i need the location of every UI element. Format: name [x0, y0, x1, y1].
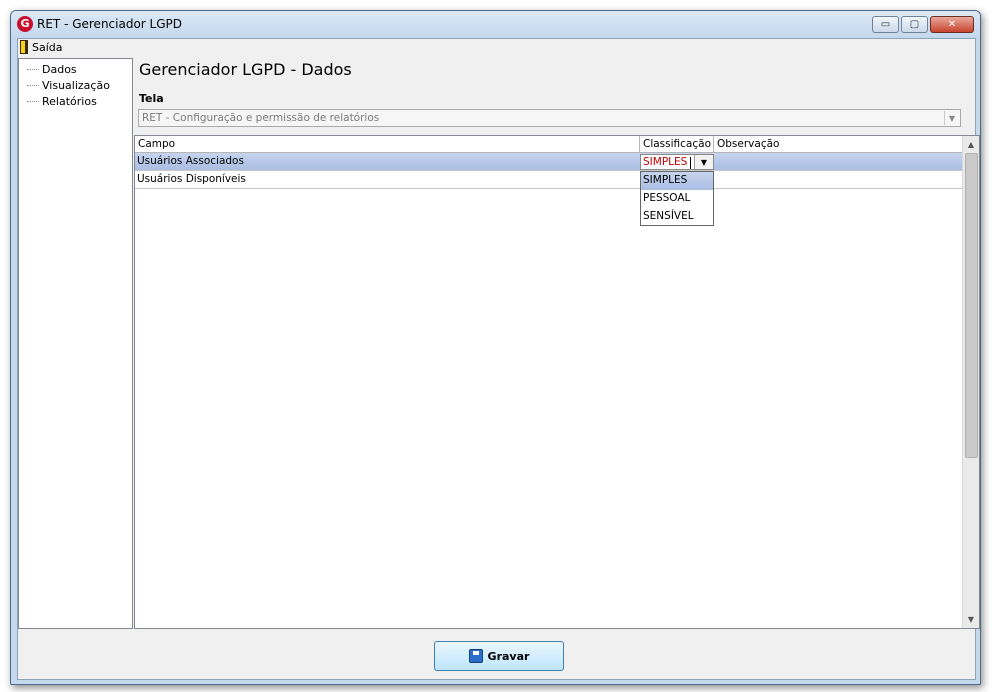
app-logo-icon: G: [17, 16, 33, 32]
table-row[interactable]: Usuários Disponíveis: [135, 171, 963, 189]
screen-label: Tela: [139, 92, 164, 105]
chevron-down-icon[interactable]: ▼: [944, 111, 959, 125]
classificacao-editor-value: SIMPLES: [643, 156, 688, 168]
dropdown-option-simples[interactable]: SIMPLES: [641, 172, 713, 190]
maximize-button[interactable]: ▢: [901, 16, 928, 33]
chevron-down-icon[interactable]: ▼: [694, 155, 713, 169]
window-title: RET - Gerenciador LGPD: [37, 17, 183, 31]
menu-exit[interactable]: Saída: [20, 40, 63, 54]
menu-bar: Saída: [18, 39, 975, 57]
tree-connector: [27, 68, 39, 70]
tree-item-visualizacao[interactable]: Visualização: [27, 77, 110, 93]
cell-observacao[interactable]: [714, 153, 963, 171]
page-title: Gerenciador LGPD - Dados: [139, 60, 352, 79]
window-controls: ▭ ▢ ✕: [870, 16, 974, 33]
grid-header: Campo Classificação Observação: [135, 136, 963, 153]
door-exit-icon: [20, 40, 28, 54]
tree-item-relatorios[interactable]: Relatórios: [27, 93, 97, 109]
dropdown-option-pessoal[interactable]: PESSOAL: [641, 190, 713, 208]
tree-connector: [27, 84, 39, 86]
menu-exit-label: Saída: [32, 40, 63, 54]
dropdown-option-sensivel[interactable]: SENSÍVEL: [641, 208, 713, 226]
client-area: Saída Dados Visualização Relatórios Gere…: [17, 38, 980, 680]
table-row[interactable]: Usuários Associados SIMPLES ▼: [135, 153, 963, 171]
column-header-observacao[interactable]: Observação: [714, 136, 963, 153]
classificacao-dropdown: SIMPLES PESSOAL SENSÍVEL: [640, 171, 714, 226]
tree-connector: [27, 100, 39, 102]
save-button-label: Gravar: [487, 649, 530, 663]
column-header-campo[interactable]: Campo: [135, 136, 640, 153]
scroll-up-icon[interactable]: ▲: [963, 136, 979, 153]
close-button[interactable]: ✕: [930, 16, 974, 33]
floppy-disk-icon: [468, 649, 483, 663]
app-window: G RET - Gerenciador LGPD ▭ ▢ ✕ Saída Dad…: [10, 10, 981, 685]
title-bar[interactable]: G RET - Gerenciador LGPD ▭ ▢ ✕: [11, 11, 980, 38]
screen-select[interactable]: RET - Configuração e permissão de relató…: [138, 109, 961, 127]
column-header-classificacao[interactable]: Classificação: [640, 136, 714, 153]
data-grid: Campo Classificação Observação Usuários …: [134, 135, 980, 629]
cell-campo[interactable]: Usuários Associados: [135, 153, 640, 171]
cell-campo[interactable]: Usuários Disponíveis: [135, 171, 640, 189]
vertical-scrollbar[interactable]: ▲ ▼: [962, 136, 979, 628]
tree-item-label: Dados: [42, 62, 77, 76]
tree-item-dados[interactable]: Dados: [27, 61, 77, 77]
text-caret: [690, 157, 691, 169]
scrollbar-thumb[interactable]: [965, 153, 978, 458]
classificacao-editor[interactable]: SIMPLES ▼: [640, 154, 714, 170]
screen-select-value: RET - Configuração e permissão de relató…: [142, 112, 380, 124]
tree-item-label: Relatórios: [42, 94, 97, 108]
cell-observacao[interactable]: [714, 171, 963, 189]
minimize-button[interactable]: ▭: [872, 16, 899, 33]
save-button[interactable]: Gravar: [434, 641, 564, 671]
tree-item-label: Visualização: [42, 78, 110, 92]
scroll-down-icon[interactable]: ▼: [963, 611, 979, 628]
navigation-tree: Dados Visualização Relatórios: [18, 58, 133, 629]
